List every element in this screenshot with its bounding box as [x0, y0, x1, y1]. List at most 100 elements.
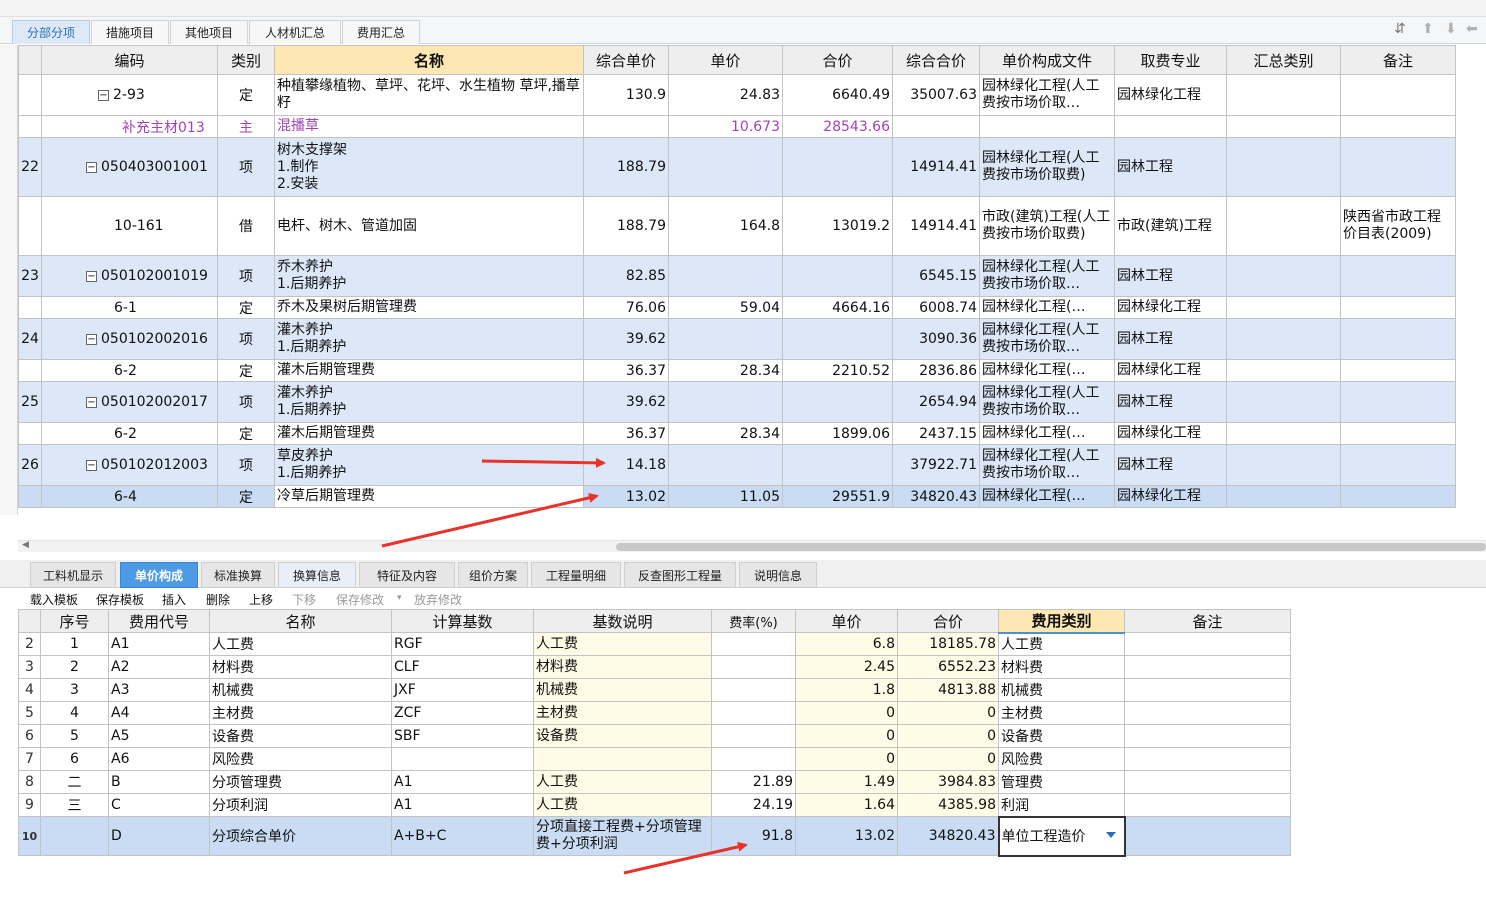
item-unit-price[interactable]: 28.34 [668, 422, 783, 445]
item-total[interactable]: 13019.2 [782, 196, 893, 256]
cost-unit-price[interactable]: 0 [795, 747, 898, 771]
cost-type[interactable]: 管理费 [998, 770, 1125, 794]
item-remark[interactable] [1340, 444, 1456, 486]
item-remark[interactable]: 陕西省市政工程价目表(2009) [1340, 196, 1456, 256]
item-comp-total[interactable]: 34820.43 [892, 485, 980, 508]
horizontal-scrollbar[interactable] [18, 540, 1486, 552]
cost-seq[interactable]: 2 [40, 655, 109, 679]
item-name[interactable]: 冷草后期管理费 [274, 485, 584, 508]
tab-fenbu[interactable]: 分部分项 [12, 20, 90, 44]
back-icon[interactable]: ⬅ [1466, 21, 1478, 37]
item-unit-price[interactable]: 28.34 [668, 359, 783, 382]
item-sum-category[interactable] [1226, 381, 1341, 423]
header-sum[interactable]: 汇总类别 [1226, 45, 1341, 75]
item-row[interactable]: 6-2 定灌木后期管理费 36.37 28.34 1899.06 2437.15 园林绿化工… [18, 422, 1456, 445]
cost-row[interactable]: 10 D 分项综合单价 A+B+C 分项直接工程费+分项管理费+分项利润 91.8 13.0… [18, 815, 1291, 857]
item-category[interactable]: 项 [217, 381, 275, 423]
cost-rate[interactable] [711, 678, 796, 702]
item-comp-total[interactable]: 14914.41 [892, 196, 980, 256]
item-total[interactable]: 6640.49 [782, 74, 893, 116]
cost-total[interactable]: 0 [897, 701, 999, 725]
item-name[interactable]: 灌木后期管理费 [274, 422, 584, 445]
item-code[interactable]: −2-93 [41, 74, 218, 116]
item-unit-price[interactable]: 10.673 [668, 115, 783, 138]
insert-button[interactable]: 插入 [162, 591, 186, 608]
cost-type-dropdown[interactable]: 单位工程造价 [997, 815, 1126, 857]
cost-remark[interactable] [1124, 632, 1291, 656]
item-code[interactable]: 6-1 [41, 296, 218, 319]
item-sum-category[interactable] [1226, 422, 1341, 445]
cost-unit-price[interactable]: 2.45 [795, 655, 898, 679]
header-file[interactable]: 单价构成文件 [979, 45, 1115, 75]
cost-type[interactable]: 设备费 [998, 724, 1125, 748]
cost-header-seq[interactable]: 序号 [40, 609, 109, 633]
cost-rate[interactable] [711, 747, 796, 771]
item-total[interactable]: 4664.16 [782, 296, 893, 319]
cost-remark[interactable] [1124, 816, 1291, 856]
cost-header-total[interactable]: 合价 [897, 609, 999, 633]
item-comp-total[interactable]: 35007.63 [892, 74, 980, 116]
item-remark[interactable] [1340, 318, 1456, 360]
item-name[interactable]: 乔木养护 1.后期养护 [274, 255, 584, 297]
item-spec[interactable]: 园林工程 [1114, 255, 1227, 297]
item-comp-total[interactable]: 3090.36 [892, 318, 980, 360]
tab-biaozhun[interactable]: 标准换算 [201, 562, 275, 588]
cost-base-desc[interactable]: 分项直接工程费+分项管理费+分项利润 [533, 816, 712, 856]
cost-rate[interactable] [711, 701, 796, 725]
cost-total[interactable]: 0 [897, 747, 999, 771]
item-spec[interactable]: 园林绿化工程 [1114, 359, 1227, 382]
cost-name[interactable]: 分项利润 [209, 793, 392, 817]
item-comp-total[interactable] [892, 115, 980, 138]
cost-name[interactable]: 分项综合单价 [209, 816, 392, 856]
item-unit-total[interactable]: 39.62 [583, 381, 669, 423]
cost-remark[interactable] [1124, 793, 1291, 817]
item-spec[interactable] [1114, 115, 1227, 138]
item-spec[interactable]: 园林绿化工程 [1114, 74, 1227, 116]
collapse-icon[interactable]: − [86, 396, 97, 408]
item-unit-price[interactable] [668, 381, 783, 423]
item-code[interactable]: −050102001019 [41, 255, 218, 297]
item-unit-price[interactable] [668, 444, 783, 486]
item-name[interactable]: 灌木后期管理费 [274, 359, 584, 382]
item-category[interactable]: 项 [217, 137, 275, 197]
cost-base[interactable]: A+B+C [391, 816, 534, 856]
item-category[interactable]: 定 [217, 359, 275, 382]
item-sum-category[interactable] [1226, 485, 1341, 508]
header-unit[interactable]: 单价 [668, 45, 783, 75]
item-file[interactable]: 园林绿化工程(… [979, 485, 1115, 508]
item-category[interactable]: 借 [217, 196, 275, 256]
item-comp-total[interactable]: 6008.74 [892, 296, 980, 319]
cost-seq[interactable]: 4 [40, 701, 109, 725]
item-comp-total[interactable]: 2654.94 [892, 381, 980, 423]
cost-code[interactable]: A3 [108, 678, 210, 702]
item-category[interactable]: 项 [217, 255, 275, 297]
item-file[interactable]: 市政(建筑)工程(人工费按市场价取费) [979, 196, 1115, 256]
header-comp-total[interactable]: 综合合价 [892, 45, 980, 75]
cost-rate[interactable]: 24.19 [711, 793, 796, 817]
tab-gongchengliang[interactable]: 工程量明细 [531, 562, 621, 588]
dropdown-arrow-icon[interactable] [1105, 831, 1116, 838]
cost-type[interactable]: 机械费 [998, 678, 1125, 702]
cost-row[interactable]: 4 3 A3 机械费 JXF 机械费 1.8 4813.88 机械费 [18, 678, 1291, 702]
item-spec[interactable]: 园林绿化工程 [1114, 422, 1227, 445]
cost-unit-price[interactable]: 0 [795, 724, 898, 748]
item-unit-price[interactable] [668, 137, 783, 197]
item-sum-category[interactable] [1226, 359, 1341, 382]
item-spec[interactable]: 园林工程 [1114, 381, 1227, 423]
cost-base-desc[interactable] [533, 747, 712, 771]
item-code[interactable]: −050403001001 [41, 137, 218, 197]
cost-seq[interactable]: 二 [40, 770, 109, 794]
item-sum-category[interactable] [1226, 444, 1341, 486]
cost-row[interactable]: 6 5 A5 设备费 SBF 设备费 0 0 设备费 [18, 724, 1291, 748]
item-comp-total[interactable]: 2836.86 [892, 359, 980, 382]
cost-remark[interactable] [1124, 678, 1291, 702]
item-category[interactable]: 定 [217, 74, 275, 116]
cost-row[interactable]: 5 4 A4 主材费 ZCF 主材费 0 0 主材费 [18, 701, 1291, 725]
save-template-button[interactable]: 保存模板 [96, 591, 144, 608]
item-unit-total[interactable] [583, 115, 669, 138]
cost-header-base[interactable]: 计算基数 [391, 609, 534, 633]
tab-huansuan[interactable]: 换算信息 [278, 562, 356, 588]
item-file[interactable]: 园林绿化工程(人工费按市场价取… [979, 318, 1115, 360]
cost-seq[interactable]: 三 [40, 793, 109, 817]
item-name[interactable]: 混播草 [274, 115, 584, 138]
